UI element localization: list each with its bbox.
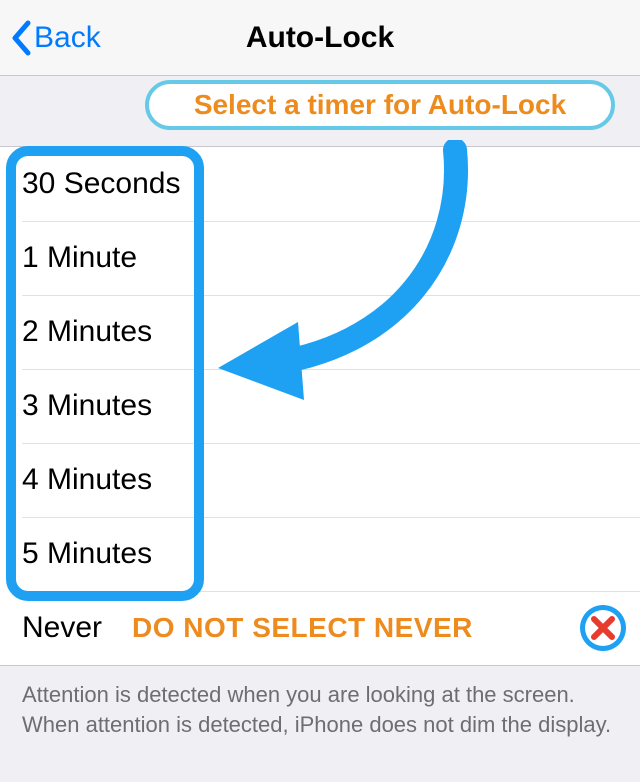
option-label: 2 Minutes [22, 315, 152, 349]
option-5-minutes[interactable]: 5 Minutes [0, 517, 640, 591]
option-1-minute[interactable]: 1 Minute [0, 221, 640, 295]
timer-options-list: 30 Seconds 1 Minute 2 Minutes 3 Minutes … [0, 146, 640, 666]
footer-note: Attention is detected when you are looki… [0, 666, 640, 753]
option-label: 30 Seconds [22, 167, 180, 201]
option-label: 5 Minutes [22, 537, 152, 571]
callout-select-timer: Select a timer for Auto-Lock [145, 80, 615, 130]
auto-lock-screen: Back Auto-Lock Select a timer for Auto-L… [0, 0, 640, 782]
back-label: Back [34, 21, 101, 55]
navbar: Back Auto-Lock [0, 0, 640, 76]
back-button[interactable]: Back [10, 20, 101, 56]
option-30-seconds[interactable]: 30 Seconds [0, 147, 640, 221]
option-label: Never [22, 611, 102, 645]
option-label: 1 Minute [22, 241, 137, 275]
warning-text: DO NOT SELECT NEVER [132, 612, 473, 644]
x-icon [589, 614, 617, 642]
option-never[interactable]: Never DO NOT SELECT NEVER [0, 591, 640, 665]
x-badge [580, 605, 626, 651]
callout-text: Select a timer for Auto-Lock [194, 89, 566, 121]
chevron-left-icon [10, 20, 32, 56]
option-label: 3 Minutes [22, 389, 152, 423]
option-2-minutes[interactable]: 2 Minutes [0, 295, 640, 369]
option-4-minutes[interactable]: 4 Minutes [0, 443, 640, 517]
option-label: 4 Minutes [22, 463, 152, 497]
option-3-minutes[interactable]: 3 Minutes [0, 369, 640, 443]
